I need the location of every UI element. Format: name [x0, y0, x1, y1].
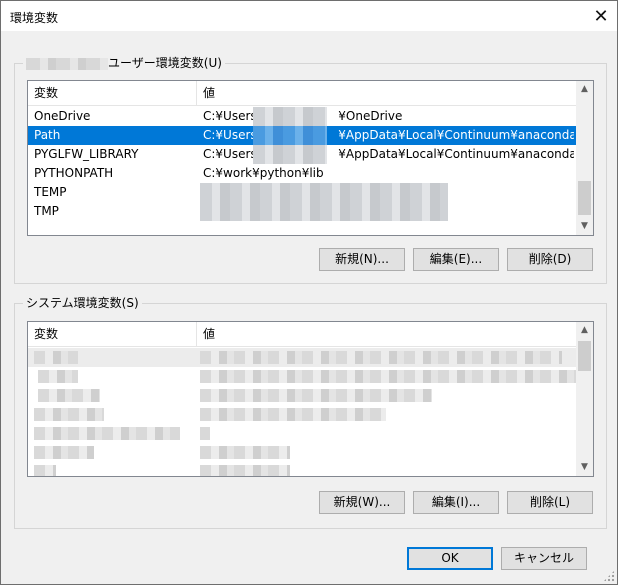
list-header: 変数 値 — [28, 322, 576, 347]
close-icon[interactable]: ✕ — [585, 1, 617, 31]
redacted-name — [34, 408, 104, 421]
redacted-value — [253, 126, 327, 145]
variable-name: TMP — [34, 204, 59, 218]
user-delete-button[interactable]: 削除(D) — [507, 248, 593, 271]
user-variables-group: ユーザー環境変数(U) 変数 値 OneDrive C:¥Users¥ ¥OneD… — [14, 56, 607, 284]
table-row[interactable] — [28, 367, 576, 386]
window-title: 環境変数 — [10, 11, 59, 25]
variable-name: OneDrive — [34, 109, 91, 123]
redacted-username — [26, 57, 108, 70]
scrollbar-thumb[interactable] — [578, 181, 591, 215]
redacted-value — [253, 145, 327, 164]
column-header-variable[interactable]: 変数 — [28, 81, 197, 105]
redacted-value — [200, 408, 386, 421]
vertical-scrollbar[interactable]: ▲ ▼ — [576, 322, 593, 476]
scroll-down-icon[interactable]: ▼ — [576, 459, 593, 476]
user-edit-button[interactable]: 編集(E)... — [413, 248, 499, 271]
table-row[interactable]: PYGLFW_LIBRARY C:¥Users¥ ¥AppData¥Local¥C… — [28, 145, 576, 164]
redacted-name — [38, 389, 100, 402]
redacted-name — [34, 465, 56, 476]
system-variables-list[interactable]: 変数 値 ▲ ▼ — [27, 321, 594, 477]
redacted-value — [200, 370, 576, 383]
table-row[interactable] — [28, 405, 576, 424]
cancel-button[interactable]: キャンセル — [501, 547, 587, 570]
resize-grip-icon[interactable] — [603, 570, 615, 582]
scroll-up-icon[interactable]: ▲ — [576, 322, 593, 339]
variable-value: C:¥work¥python¥lib — [203, 166, 324, 180]
column-header-variable[interactable]: 変数 — [28, 322, 197, 346]
user-new-button[interactable]: 新規(N)... — [319, 248, 405, 271]
user-variables-group-title: ユーザー環境変数(U) — [23, 56, 225, 70]
redacted-value — [200, 389, 432, 402]
list-header: 変数 値 — [28, 81, 576, 106]
system-edit-button[interactable]: 編集(I)... — [413, 491, 499, 514]
variable-name: TEMP — [34, 185, 67, 199]
system-new-button[interactable]: 新規(W)... — [319, 491, 405, 514]
table-row[interactable]: OneDrive C:¥Users¥ ¥OneDrive — [28, 107, 576, 126]
system-variables-group-title: システム環境変数(S) — [23, 296, 142, 310]
redacted-value — [200, 427, 210, 440]
redacted-name — [34, 446, 94, 459]
column-header-value[interactable]: 値 — [197, 322, 215, 346]
redacted-value — [200, 183, 448, 202]
redacted-value — [200, 465, 290, 476]
variable-name: PYTHONPATH — [34, 166, 114, 180]
user-variables-list[interactable]: 変数 値 OneDrive C:¥Users¥ ¥OneDrive Path C:… — [27, 80, 594, 236]
scroll-down-icon[interactable]: ▼ — [576, 218, 593, 235]
redacted-value — [200, 351, 562, 364]
variable-name: Path — [34, 128, 61, 142]
system-delete-button[interactable]: 削除(L) — [507, 491, 593, 514]
table-row[interactable]: Path C:¥Users¥ ¥AppData¥Local¥Continuum¥a… — [28, 126, 576, 145]
table-row[interactable]: PYTHONPATH C:¥work¥python¥lib — [28, 164, 576, 183]
redacted-name — [38, 370, 78, 383]
table-row[interactable] — [28, 348, 576, 367]
scrollbar-thumb[interactable] — [578, 341, 591, 371]
variable-name: PYGLFW_LIBRARY — [34, 147, 139, 161]
table-row[interactable]: TMP — [28, 202, 576, 221]
environment-variables-dialog: 環境変数 ✕ ユーザー環境変数(U) 変数 値 OneDrive C:¥User… — [0, 0, 618, 585]
redacted-value — [200, 202, 448, 221]
redacted-value — [200, 446, 290, 459]
redacted-name — [34, 427, 180, 440]
system-variables-group: システム環境変数(S) 変数 値 ▲ ▼ 新規(W)... 編集(I)... 削… — [14, 296, 607, 529]
column-header-value[interactable]: 値 — [197, 81, 215, 105]
table-row[interactable] — [28, 462, 576, 476]
scroll-up-icon[interactable]: ▲ — [576, 81, 593, 98]
title-bar[interactable]: 環境変数 ✕ — [1, 1, 617, 31]
table-row[interactable] — [28, 424, 576, 443]
table-row[interactable] — [28, 443, 576, 462]
table-row[interactable] — [28, 386, 576, 405]
vertical-scrollbar[interactable]: ▲ ▼ — [576, 81, 593, 235]
redacted-name — [34, 351, 78, 364]
table-row[interactable]: TEMP — [28, 183, 576, 202]
ok-button[interactable]: OK — [407, 547, 493, 570]
redacted-value — [253, 107, 327, 126]
